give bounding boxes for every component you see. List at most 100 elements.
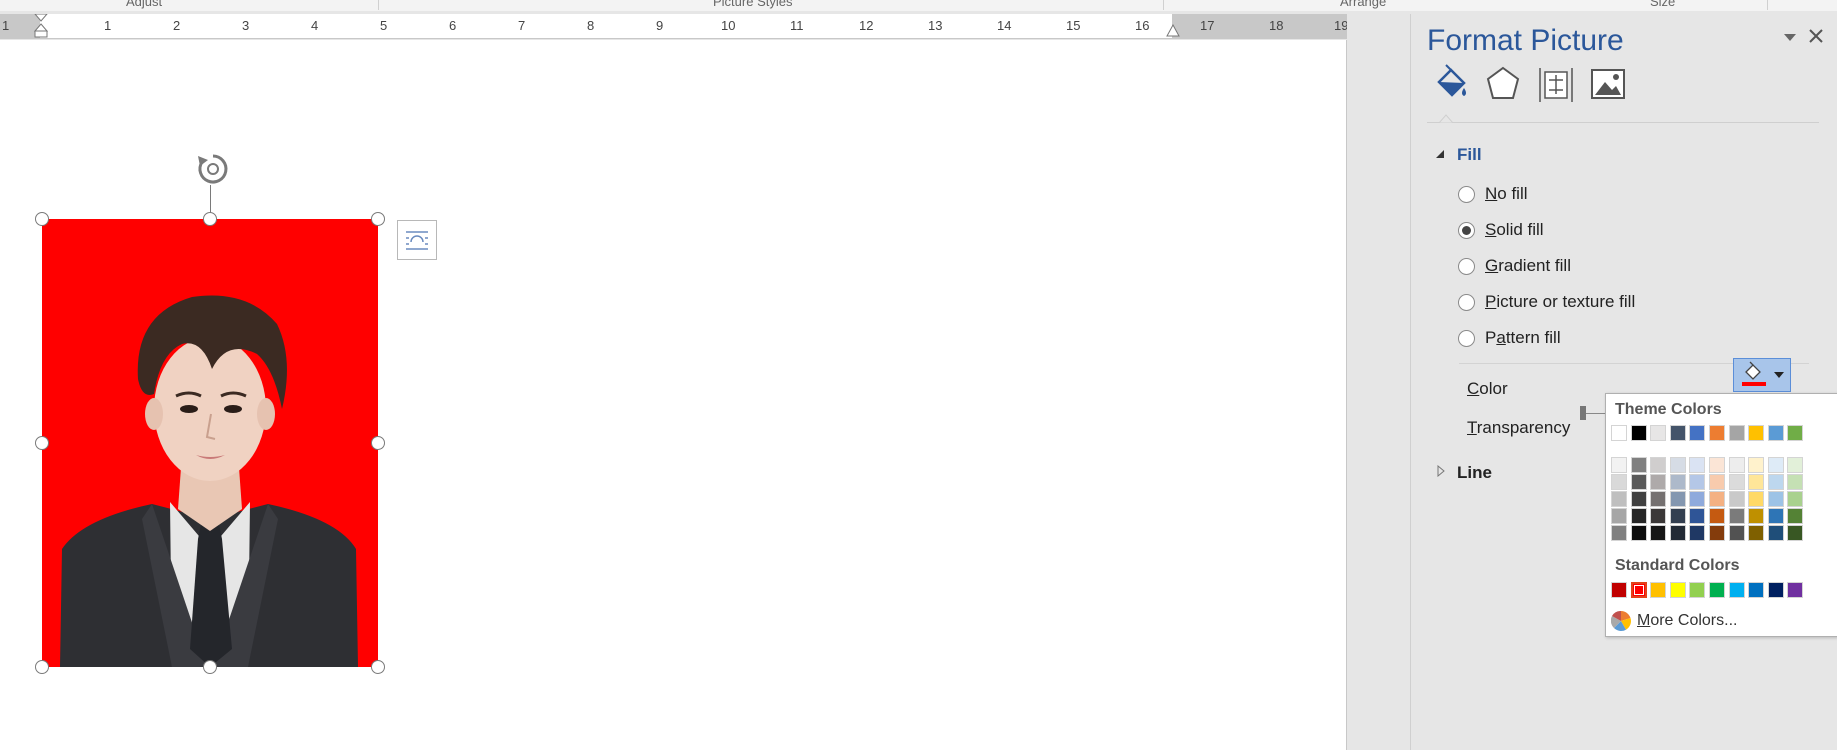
theme-color-swatch[interactable]: [1767, 491, 1784, 507]
theme-color-swatch[interactable]: [1748, 508, 1765, 524]
standard-color-swatch[interactable]: [1728, 582, 1745, 598]
theme-color-swatch[interactable]: [1728, 474, 1745, 490]
transparency-slider-track[interactable]: [1586, 413, 1606, 414]
standard-color-swatch[interactable]: [1689, 582, 1706, 598]
theme-color-swatch[interactable]: [1650, 525, 1667, 541]
theme-color-swatch[interactable]: [1611, 491, 1627, 507]
standard-color-swatch[interactable]: [1709, 582, 1725, 598]
theme-color-swatch[interactable]: [1709, 525, 1725, 541]
theme-color-swatch[interactable]: [1748, 525, 1765, 541]
theme-color-swatch[interactable]: [1669, 474, 1686, 490]
theme-color-swatch[interactable]: [1709, 457, 1725, 473]
standard-color-swatch[interactable]: [1748, 582, 1765, 598]
radio-no-fill[interactable]: No fill: [1458, 182, 1528, 206]
theme-color-swatch[interactable]: [1787, 457, 1804, 473]
resize-handle-bottom-right[interactable]: [371, 660, 385, 674]
pane-options-icon[interactable]: [1783, 32, 1797, 42]
theme-color-swatch[interactable]: [1630, 508, 1647, 524]
theme-color-swatch[interactable]: [1669, 457, 1686, 473]
fill-color-button[interactable]: [1733, 358, 1791, 392]
theme-color-swatch[interactable]: [1611, 474, 1627, 490]
theme-color-swatch[interactable]: [1689, 474, 1706, 490]
theme-color-swatch[interactable]: [1728, 457, 1745, 473]
theme-color-swatch[interactable]: [1709, 474, 1725, 490]
radio-button[interactable]: [1458, 329, 1475, 347]
theme-color-swatch[interactable]: [1767, 474, 1784, 490]
theme-color-swatch[interactable]: [1650, 491, 1667, 507]
theme-color-swatch[interactable]: [1689, 457, 1706, 473]
radio-button[interactable]: [1458, 293, 1475, 311]
resize-handle-left[interactable]: [35, 436, 49, 450]
resize-handle-top-left[interactable]: [35, 212, 49, 226]
theme-color-swatch[interactable]: [1689, 525, 1706, 541]
standard-color-swatch[interactable]: [1650, 582, 1667, 598]
resize-handle-bottom[interactable]: [203, 660, 217, 674]
radio-button-checked[interactable]: [1458, 221, 1475, 239]
theme-color-swatch[interactable]: [1650, 457, 1667, 473]
radio-picture-texture-fill[interactable]: Picture or texture fill: [1458, 290, 1635, 314]
theme-color-swatch[interactable]: [1669, 425, 1686, 441]
theme-color-swatch[interactable]: [1728, 491, 1745, 507]
indent-marker-icon[interactable]: [34, 14, 48, 38]
resize-handle-top-right[interactable]: [371, 212, 385, 226]
size-properties-icon[interactable]: [1536, 64, 1576, 104]
theme-color-swatch[interactable]: [1748, 491, 1765, 507]
theme-color-swatch[interactable]: [1611, 425, 1627, 441]
horizontal-ruler[interactable]: 1 1 2 3 4 5 6 7 8 9 10 11 12 13 14 15 16…: [0, 14, 1350, 39]
resize-handle-right[interactable]: [371, 436, 385, 450]
standard-color-swatch[interactable]: [1669, 582, 1686, 598]
theme-color-swatch[interactable]: [1650, 425, 1667, 441]
radio-gradient-fill[interactable]: Gradient fill: [1458, 254, 1571, 278]
theme-color-swatch[interactable]: [1748, 457, 1765, 473]
collapse-triangle-icon[interactable]: [1435, 149, 1445, 159]
selected-picture[interactable]: [42, 219, 378, 667]
theme-color-swatch[interactable]: [1611, 508, 1627, 524]
theme-color-swatch[interactable]: [1650, 508, 1667, 524]
radio-pattern-fill[interactable]: Pattern fill: [1458, 326, 1561, 350]
layout-options-button[interactable]: [397, 220, 437, 260]
theme-color-swatch[interactable]: [1709, 508, 1725, 524]
theme-color-swatch[interactable]: [1787, 425, 1804, 441]
theme-color-swatch[interactable]: [1728, 525, 1745, 541]
theme-color-swatch[interactable]: [1787, 508, 1804, 524]
fill-line-icon[interactable]: [1431, 64, 1471, 104]
theme-color-swatch[interactable]: [1748, 474, 1765, 490]
theme-color-swatch[interactable]: [1630, 491, 1647, 507]
theme-color-swatch[interactable]: [1689, 425, 1706, 441]
rotate-handle-icon[interactable]: [195, 151, 231, 187]
theme-color-swatch[interactable]: [1728, 425, 1745, 441]
theme-color-swatch[interactable]: [1669, 508, 1686, 524]
theme-color-swatch[interactable]: [1689, 491, 1706, 507]
picture-icon[interactable]: [1588, 64, 1628, 104]
resize-handle-top[interactable]: [203, 212, 217, 226]
theme-color-swatch[interactable]: [1669, 491, 1686, 507]
theme-color-swatch[interactable]: [1787, 525, 1804, 541]
theme-color-swatch[interactable]: [1630, 525, 1647, 541]
theme-color-swatch[interactable]: [1787, 474, 1804, 490]
right-indent-marker-icon[interactable]: [1166, 24, 1180, 38]
theme-color-swatch[interactable]: [1787, 491, 1804, 507]
standard-color-swatch[interactable]: [1767, 582, 1784, 598]
expand-triangle-icon[interactable]: [1437, 465, 1445, 477]
fill-section-header[interactable]: Fill: [1457, 145, 1482, 165]
theme-color-swatch[interactable]: [1611, 525, 1627, 541]
radio-solid-fill[interactable]: Solid fill: [1458, 218, 1544, 242]
line-section-header[interactable]: Line: [1457, 463, 1492, 483]
theme-color-swatch[interactable]: [1611, 457, 1627, 473]
resize-handle-bottom-left[interactable]: [35, 660, 49, 674]
theme-color-swatch[interactable]: [1767, 425, 1784, 441]
theme-color-swatch[interactable]: [1767, 525, 1784, 541]
theme-color-swatch[interactable]: [1630, 425, 1647, 441]
theme-color-swatch[interactable]: [1767, 508, 1784, 524]
effects-icon[interactable]: [1483, 64, 1523, 104]
theme-color-swatch[interactable]: [1689, 508, 1706, 524]
standard-color-swatch[interactable]: [1611, 582, 1627, 598]
theme-color-swatch[interactable]: [1650, 474, 1667, 490]
theme-color-swatch[interactable]: [1748, 425, 1765, 441]
close-icon[interactable]: [1808, 28, 1824, 44]
theme-color-swatch[interactable]: [1709, 425, 1725, 441]
theme-color-swatch[interactable]: [1728, 508, 1745, 524]
standard-color-swatch[interactable]: [1630, 582, 1647, 598]
more-colors-item[interactable]: More Colors...: [1611, 610, 1737, 632]
theme-color-swatch[interactable]: [1669, 525, 1686, 541]
